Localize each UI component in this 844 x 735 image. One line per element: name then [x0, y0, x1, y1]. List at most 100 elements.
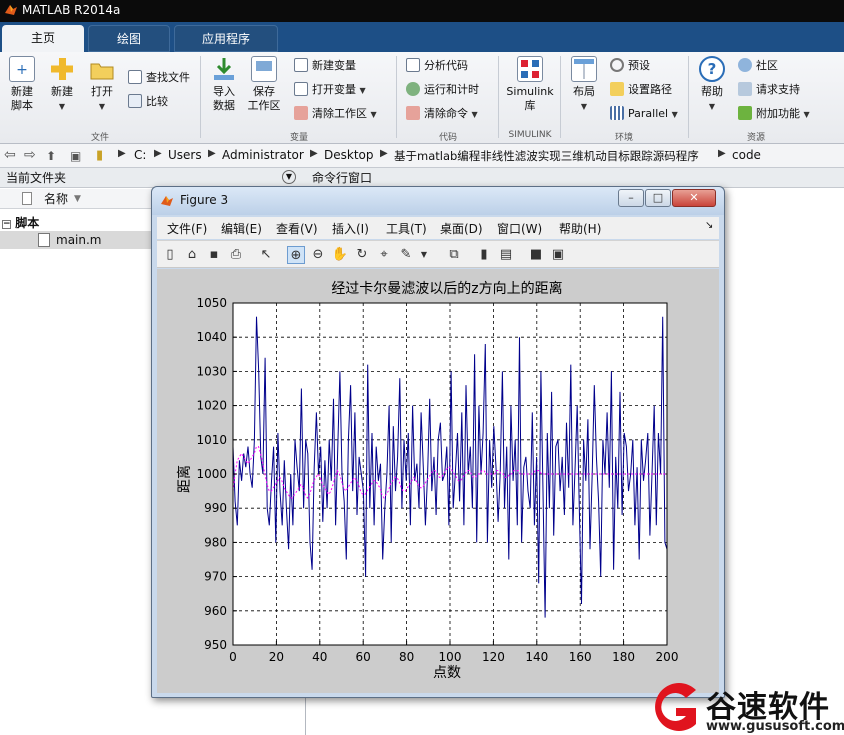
menu-tools[interactable]: 工具(T) — [386, 220, 427, 237]
current-folder-title: 当前文件夹 ▼ — [0, 168, 306, 188]
clear-commands-icon — [406, 106, 420, 120]
new-figure-icon[interactable]: ▯ — [161, 246, 179, 264]
figure-canvas[interactable]: 0 20 40 60 80 100 120 140 160 180 200 950 960 970 980 9… — [157, 269, 719, 693]
simulink-library-button[interactable]: Simulink 库 — [504, 56, 556, 113]
command-window-title: 命令行窗口 — [306, 168, 844, 188]
browse-folder-icon[interactable]: ▣ — [70, 149, 81, 163]
save-disk-icon[interactable]: ▪ — [205, 246, 223, 264]
forward-arrow-icon[interactable]: ⇨ — [24, 147, 36, 163]
figure-title: Figure 3 — [180, 193, 229, 207]
new-variable-button[interactable]: 新建变量 — [294, 56, 356, 76]
find-files-button[interactable]: 查找文件 — [128, 68, 190, 88]
new-variable-icon — [294, 58, 308, 72]
menu-edit[interactable]: 编辑(E) — [221, 220, 262, 237]
link-plot-icon[interactable]: ⧉ — [445, 246, 463, 264]
brush-icon[interactable]: ✎ — [397, 246, 415, 264]
close-button[interactable]: ✕ — [672, 189, 716, 207]
figure-title-bar[interactable]: Figure 3 – □ ✕ — [152, 187, 724, 215]
open-button[interactable]: 打开 ▼ — [80, 56, 124, 114]
print-icon[interactable]: ⎙ — [227, 246, 245, 264]
group-label-variable: 变量 — [289, 133, 308, 143]
zoom-out-icon[interactable]: ⊖ — [309, 246, 327, 264]
legend-icon[interactable]: ▤ — [497, 246, 515, 264]
layout-button[interactable]: 布局 ▼ — [562, 56, 606, 114]
open-variable-arrow-icon[interactable]: ▼ — [360, 86, 366, 95]
menu-file[interactable]: 文件(F) — [167, 220, 207, 237]
pan-hand-icon[interactable]: ✋ — [331, 246, 349, 264]
back-arrow-icon[interactable]: ⇦ — [4, 147, 16, 163]
crumb-chevron-icon: ▶ — [118, 148, 126, 159]
rotate-3d-icon[interactable]: ↻ — [353, 246, 371, 264]
data-cursor-icon[interactable]: ⌖ — [375, 246, 393, 264]
app-title: MATLAB R2014a — [22, 3, 121, 17]
run-and-time-button[interactable]: 运行和计时 — [406, 80, 479, 100]
clear-workspace-button[interactable]: 清除工作区 ▼ — [294, 104, 377, 124]
crumb-desktop[interactable]: Desktop — [324, 148, 374, 162]
help-button[interactable]: ? 帮助 ▼ — [690, 56, 734, 114]
x-tick-label: 120 — [482, 650, 505, 664]
tab-apps[interactable]: 应用程序 — [174, 25, 278, 52]
crumb-administrator[interactable]: Administrator — [222, 148, 304, 162]
crumb-drive[interactable]: C: — [134, 148, 146, 162]
colorbar-icon[interactable]: ▮ — [475, 246, 493, 264]
open-dropdown-arrow-icon[interactable]: ▼ — [99, 102, 105, 111]
request-support-button[interactable]: 请求支持 — [738, 80, 800, 100]
chart-svg[interactable]: 0 20 40 60 80 100 120 140 160 180 200 950 960 970 980 9… — [157, 269, 719, 693]
import-data-button[interactable]: 导入 数据 — [202, 56, 246, 113]
compare-button[interactable]: 比较 — [128, 92, 168, 112]
pointer-arrow-icon[interactable]: ↖ — [257, 246, 275, 264]
crumb-project-folder[interactable]: 基于matlab编程非线性滤波实现三维机动目标跟踪源码程序 — [394, 148, 699, 164]
community-button[interactable]: 社区 — [738, 56, 778, 76]
layout-arrow-icon[interactable]: ▼ — [581, 102, 587, 111]
addons-arrow-icon[interactable]: ▼ — [804, 110, 810, 119]
set-path-button[interactable]: 设置路径 — [610, 80, 672, 100]
up-folder-icon[interactable]: ⬆ — [46, 149, 56, 163]
crumb-code[interactable]: code — [732, 148, 761, 162]
menu-help[interactable]: 帮助(H) — [559, 220, 601, 237]
panel-menu-icon[interactable]: ▼ — [282, 170, 296, 184]
x-tick-label: 20 — [269, 650, 284, 664]
zoom-in-icon[interactable]: ⊕ — [287, 246, 305, 264]
new-script-label-2: 脚本 — [11, 99, 33, 112]
dock-arrow-icon[interactable]: ↘ — [705, 220, 713, 231]
app-title-bar: MATLAB R2014a — [0, 0, 844, 22]
m-file-icon — [38, 233, 50, 247]
menu-window[interactable]: 窗口(W) — [497, 220, 542, 237]
watermark-url: www.gususoft.com — [706, 719, 844, 734]
new-dropdown-arrow-icon[interactable]: ▼ — [59, 102, 65, 111]
tab-plots[interactable]: 绘图 — [88, 25, 170, 52]
preferences-button[interactable]: 预设 — [610, 56, 650, 76]
hide-plot-tools-icon[interactable]: ■ — [527, 246, 545, 264]
help-arrow-icon[interactable]: ▼ — [709, 102, 715, 111]
parallel-arrow-icon[interactable]: ▼ — [672, 110, 678, 119]
clear-commands-arrow-icon[interactable]: ▼ — [472, 110, 478, 119]
open-variable-button[interactable]: 打开变量 ▼ — [294, 80, 366, 100]
folder-group-scripts[interactable]: − 脚本 — [2, 214, 39, 231]
collapse-icon[interactable]: − — [2, 220, 11, 229]
minimize-button[interactable]: – — [618, 189, 644, 207]
addons-button[interactable]: 附加功能 ▼ — [738, 104, 810, 124]
crumb-chevron-icon: ▶ — [208, 148, 216, 159]
save-workspace-button[interactable]: 保存 工作区 — [242, 56, 286, 113]
community-label: 社区 — [756, 59, 778, 72]
clear-workspace-arrow-icon[interactable]: ▼ — [371, 110, 377, 119]
maximize-button[interactable]: □ — [645, 189, 671, 207]
analyze-code-button[interactable]: 分析代码 — [406, 56, 468, 76]
new-script-button[interactable]: + 新建 脚本 — [0, 56, 44, 113]
menu-desktop[interactable]: 桌面(D) — [440, 220, 483, 237]
clear-workspace-label: 清除工作区 — [312, 107, 367, 120]
tab-home[interactable]: 主页 — [2, 25, 84, 52]
menu-view[interactable]: 查看(V) — [276, 220, 318, 237]
open-file-icon[interactable]: ⌂ — [183, 246, 201, 264]
sort-arrow-icon[interactable]: ▼ — [74, 189, 81, 209]
crumb-users[interactable]: Users — [168, 148, 202, 162]
ribbon-separator — [498, 56, 499, 138]
menu-insert[interactable]: 插入(I) — [332, 220, 369, 237]
addons-label: 附加功能 — [756, 107, 800, 120]
clear-commands-button[interactable]: 清除命令 ▼ — [406, 104, 478, 124]
show-plot-tools-icon[interactable]: ▣ — [549, 246, 567, 264]
brush-arrow-icon[interactable]: ▼ — [415, 246, 433, 264]
new-button[interactable]: 新建 ▼ — [40, 56, 84, 114]
parallel-button[interactable]: Parallel ▼ — [610, 104, 678, 124]
name-column-header[interactable]: 名称 — [44, 189, 68, 209]
